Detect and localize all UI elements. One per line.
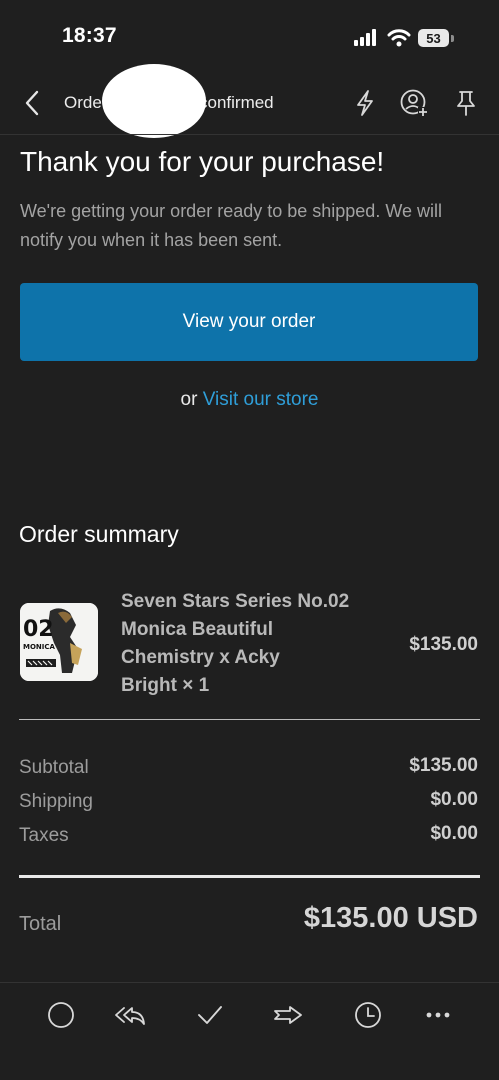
add-contact-icon[interactable] <box>399 88 429 118</box>
pin-icon[interactable] <box>451 88 481 118</box>
store-link-row: or Visit our store <box>0 389 499 411</box>
thank-you-heading: Thank you for your purchase! <box>20 146 385 177</box>
wifi-icon <box>387 29 411 47</box>
reply-all-icon[interactable] <box>113 998 147 1032</box>
email-subject-start: Orde <box>64 93 102 112</box>
taxes-value: $0.00 <box>430 823 478 844</box>
order-summary-heading: Order summary <box>19 521 179 547</box>
back-icon[interactable] <box>22 89 42 117</box>
header-divider <box>0 134 499 135</box>
product-name-line: Monica Beautiful <box>121 619 274 640</box>
thumb-label: MONICA <box>23 643 56 651</box>
summary-divider <box>19 719 480 720</box>
more-icon[interactable] <box>421 998 455 1032</box>
product-image: 02 MONICA <box>20 603 98 681</box>
battery-tip <box>451 34 454 42</box>
product-name: Seven Stars Series No.02 Monica Beautifu… <box>121 588 381 700</box>
shipping-label: Shipping <box>19 791 93 812</box>
toolbar-divider <box>0 982 499 983</box>
status-time: 18:37 <box>62 24 117 47</box>
product-price: $135.00 <box>409 634 478 655</box>
status-icons: 53 <box>354 26 454 50</box>
email-subject-end: confirmed <box>199 93 274 112</box>
visit-store-link[interactable]: Visit our store <box>203 389 319 410</box>
product-name-line: Seven Stars Series No.02 <box>121 591 350 612</box>
forward-icon[interactable] <box>271 998 305 1032</box>
order-message: We're getting your order ready to be shi… <box>20 201 442 250</box>
circle-icon[interactable] <box>44 998 78 1032</box>
battery-indicator: 53 <box>418 29 449 47</box>
signal-icon <box>354 29 376 46</box>
product-name-line: Chemistry x Acky <box>121 647 280 668</box>
total-divider <box>19 875 480 878</box>
shipping-value: $0.00 <box>430 789 478 810</box>
or-text: or <box>180 389 198 410</box>
total-label: Total <box>19 913 62 935</box>
product-thumbnail: 02 MONICA <box>20 603 98 681</box>
product-quantity: Bright × 1 <box>121 675 210 696</box>
thumb-number: 02 <box>23 617 54 642</box>
battery-level: 53 <box>426 30 441 46</box>
subtotal-label: Subtotal <box>19 757 89 778</box>
redacted-subject <box>102 64 206 138</box>
clock-icon[interactable] <box>351 998 385 1032</box>
total-value: $135.00 USD <box>303 902 478 934</box>
lightning-icon[interactable] <box>350 88 380 118</box>
taxes-label: Taxes <box>19 825 69 846</box>
checkmark-icon[interactable] <box>193 998 227 1032</box>
subtotal-value: $135.00 <box>409 755 478 776</box>
view-order-label: View your order <box>182 311 316 332</box>
view-order-button[interactable]: View your order <box>20 283 478 361</box>
